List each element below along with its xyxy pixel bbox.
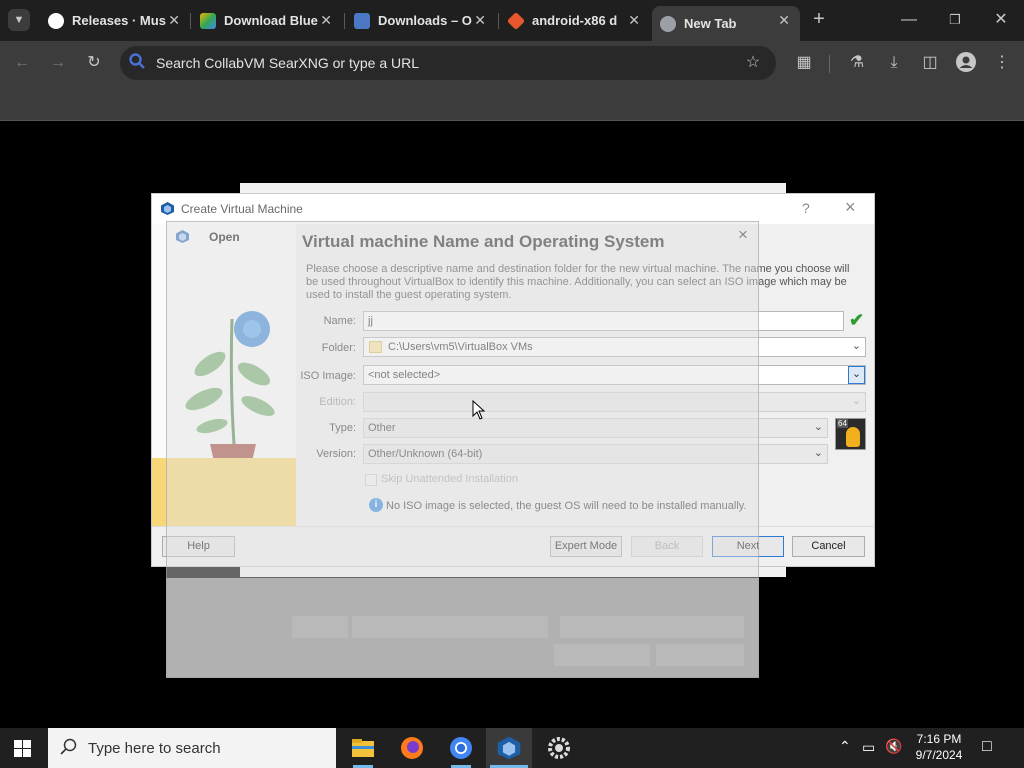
- reload-icon[interactable]: ↻: [83, 52, 105, 74]
- side-panel-icon[interactable]: ◫: [919, 52, 941, 74]
- open-dialog-close-icon[interactable]: ×: [738, 225, 748, 245]
- dialog-titlebar: Create Virtual Machine ? ×: [152, 194, 874, 224]
- extensions-icon[interactable]: ▦: [793, 52, 815, 74]
- valid-checkmark-icon: ✔: [849, 310, 865, 330]
- clock-date: 9/7/2024: [915, 748, 963, 762]
- windows-start-icon[interactable]: [14, 740, 31, 757]
- notifications-icon[interactable]: □: [982, 738, 992, 756]
- git-icon: [506, 11, 526, 30]
- browser-toolbar: ← → ↻ Search CollabVM SearXNG or type a …: [0, 41, 1024, 85]
- tab-downloads[interactable]: Downloads – O ✕: [346, 6, 496, 35]
- tab-separator: [190, 13, 191, 29]
- chevron-down-icon: ⌄: [851, 395, 861, 407]
- file-explorer-icon[interactable]: [349, 734, 377, 768]
- chevron-down-icon: ⌄: [813, 447, 823, 459]
- dialog-close-icon[interactable]: ×: [845, 197, 856, 218]
- iso-dropdown-button[interactable]: ⌄: [848, 366, 865, 384]
- virtualbox-icon: [160, 201, 175, 221]
- network-icon[interactable]: ▭: [862, 739, 875, 756]
- menu-kebab-icon[interactable]: ⋮: [991, 52, 1013, 74]
- chevron-down-icon: ⌄: [813, 421, 823, 433]
- taskbar-clock[interactable]: 7:16 PM 9/7/2024: [907, 731, 971, 763]
- virtualbox-taskbar-icon[interactable]: [486, 728, 532, 768]
- profile-avatar-icon[interactable]: [955, 52, 977, 74]
- tab-android-x86[interactable]: android-x86 d ✕: [500, 6, 650, 35]
- clock-time: 7:16 PM: [916, 732, 962, 746]
- cancel-button[interactable]: Cancel: [792, 536, 865, 557]
- bookmarks-bar: [0, 85, 1024, 121]
- close-window-icon[interactable]: ✕: [990, 9, 1012, 31]
- tab-title: New Tab: [684, 16, 737, 31]
- forward-arrow-icon[interactable]: →: [47, 52, 69, 74]
- open-dialog-title: Open: [209, 230, 240, 244]
- search-engine-icon: [126, 52, 148, 74]
- settings-gear-icon[interactable]: [545, 734, 573, 762]
- firefox-icon[interactable]: [398, 734, 426, 762]
- chevron-up-icon[interactable]: ⌃: [839, 738, 851, 755]
- bluestacks-icon: [200, 12, 216, 29]
- mouse-cursor-icon: [472, 400, 486, 420]
- tab-close-icon[interactable]: ✕: [474, 12, 486, 29]
- tab-separator: [498, 13, 499, 29]
- tab-close-icon[interactable]: ✕: [320, 12, 332, 29]
- tab-search-menu-icon[interactable]: ▼: [8, 9, 30, 31]
- globe-icon: [660, 15, 676, 32]
- tab-title: android-x86 d: [532, 13, 618, 28]
- new-tab-button[interactable]: +: [808, 8, 830, 30]
- tab-close-icon[interactable]: ✕: [778, 12, 790, 29]
- volume-muted-icon[interactable]: 🔇: [885, 738, 902, 755]
- toolbar-divider: [829, 55, 830, 73]
- tab-close-icon[interactable]: ✕: [628, 12, 640, 29]
- download-icon[interactable]: ⤓: [883, 52, 905, 74]
- chevron-down-icon: ⌄: [851, 340, 861, 352]
- minimize-icon[interactable]: —: [898, 9, 920, 31]
- os-badge: 64: [837, 419, 848, 428]
- dialog-title: Create Virtual Machine: [181, 202, 303, 216]
- back-arrow-icon[interactable]: ←: [11, 52, 33, 74]
- address-placeholder: Search CollabVM SearXNG or type a URL: [156, 55, 419, 71]
- os-shape: [846, 427, 860, 447]
- address-bar[interactable]: Search CollabVM SearXNG or type a URL ☆: [120, 46, 776, 80]
- taskbar-search-box[interactable]: Type here to search: [48, 728, 336, 768]
- search-icon: [60, 738, 78, 761]
- tab-title: Download Blue: [224, 13, 318, 28]
- tab-new-tab[interactable]: New Tab ✕: [652, 6, 800, 41]
- open-file-dialog: Open ×: [166, 221, 759, 678]
- tab-separator: [344, 13, 345, 29]
- tab-close-icon[interactable]: ✕: [168, 12, 180, 29]
- tab-title: Downloads – O: [378, 13, 472, 28]
- tab-title: Releases · Mus: [72, 13, 166, 28]
- github-icon: [48, 12, 64, 29]
- tab-strip: ▼ Releases · Mus ✕ Download Blue ✕ Downl…: [0, 0, 1024, 41]
- help-question-icon[interactable]: ?: [802, 200, 810, 216]
- chrome-icon[interactable]: [447, 734, 475, 768]
- tab-download-blue[interactable]: Download Blue ✕: [192, 6, 342, 35]
- downloads-site-icon: [354, 12, 370, 29]
- tab-releases[interactable]: Releases · Mus ✕: [40, 6, 190, 35]
- labs-flask-icon[interactable]: ⚗: [846, 52, 868, 74]
- virtualbox-icon: [175, 229, 190, 249]
- restore-icon[interactable]: ❐: [944, 9, 966, 31]
- taskbar: Type here to search ⌃ ▭ 🔇 7:16 PM 9/7/20…: [0, 728, 1024, 768]
- taskbar-search-placeholder: Type here to search: [88, 740, 221, 757]
- os-type-icon: 64: [835, 418, 866, 450]
- bookmark-star-icon[interactable]: ☆: [742, 52, 764, 74]
